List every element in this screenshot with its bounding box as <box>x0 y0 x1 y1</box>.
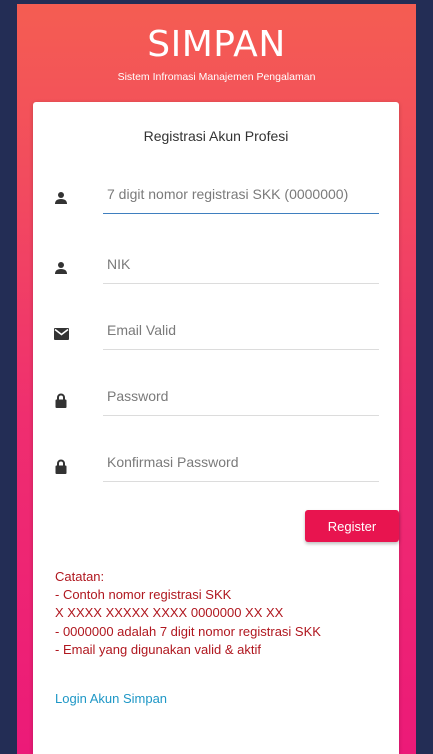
notes-line: - 0000000 adalah 7 digit nomor registras… <box>55 623 321 639</box>
skk-number-field <box>53 174 379 214</box>
input-underline <box>103 481 379 482</box>
input-underline <box>103 349 379 350</box>
confirm-password-input[interactable] <box>107 450 377 474</box>
input-underline <box>103 283 379 284</box>
register-button[interactable]: Register <box>305 510 399 542</box>
nik-input[interactable] <box>107 252 377 276</box>
app-panel: SIMPAN Sistem Infromasi Manajemen Pengal… <box>17 4 416 754</box>
password-input[interactable] <box>107 384 377 408</box>
notes-header: Catatan: <box>55 569 105 584</box>
nik-field <box>53 244 379 284</box>
input-underline <box>103 415 379 416</box>
input-underline <box>103 212 379 214</box>
confirm-password-field <box>53 442 379 482</box>
notes-line: - Email yang digunakan valid & aktif <box>55 641 261 657</box>
user-icon <box>53 190 69 206</box>
brand-title: SIMPAN <box>147 24 286 65</box>
skk-number-input[interactable] <box>107 182 377 206</box>
notes-line: - Contoh nomor registrasi SKK <box>55 587 232 603</box>
envelope-icon <box>53 326 69 342</box>
lock-icon <box>53 458 69 474</box>
email-field <box>53 310 379 350</box>
notes-section: Catatan: - Contoh nomor registrasi SKK X… <box>55 568 375 659</box>
login-link[interactable]: Login Akun Simpan <box>55 691 167 706</box>
form-title: Registrasi Akun Profesi <box>143 128 289 144</box>
user-icon <box>53 260 69 276</box>
lock-icon <box>53 392 69 408</box>
email-input[interactable] <box>107 318 377 342</box>
registration-card: Registrasi Akun Profesi 7 digit nomor re… <box>33 102 399 754</box>
notes-line: X XXXX XXXXX XXXX 0000000 XX XX <box>55 605 284 621</box>
password-field <box>53 376 379 416</box>
brand-subtitle: Sistem Infromasi Manajemen Pengalaman <box>117 71 316 83</box>
